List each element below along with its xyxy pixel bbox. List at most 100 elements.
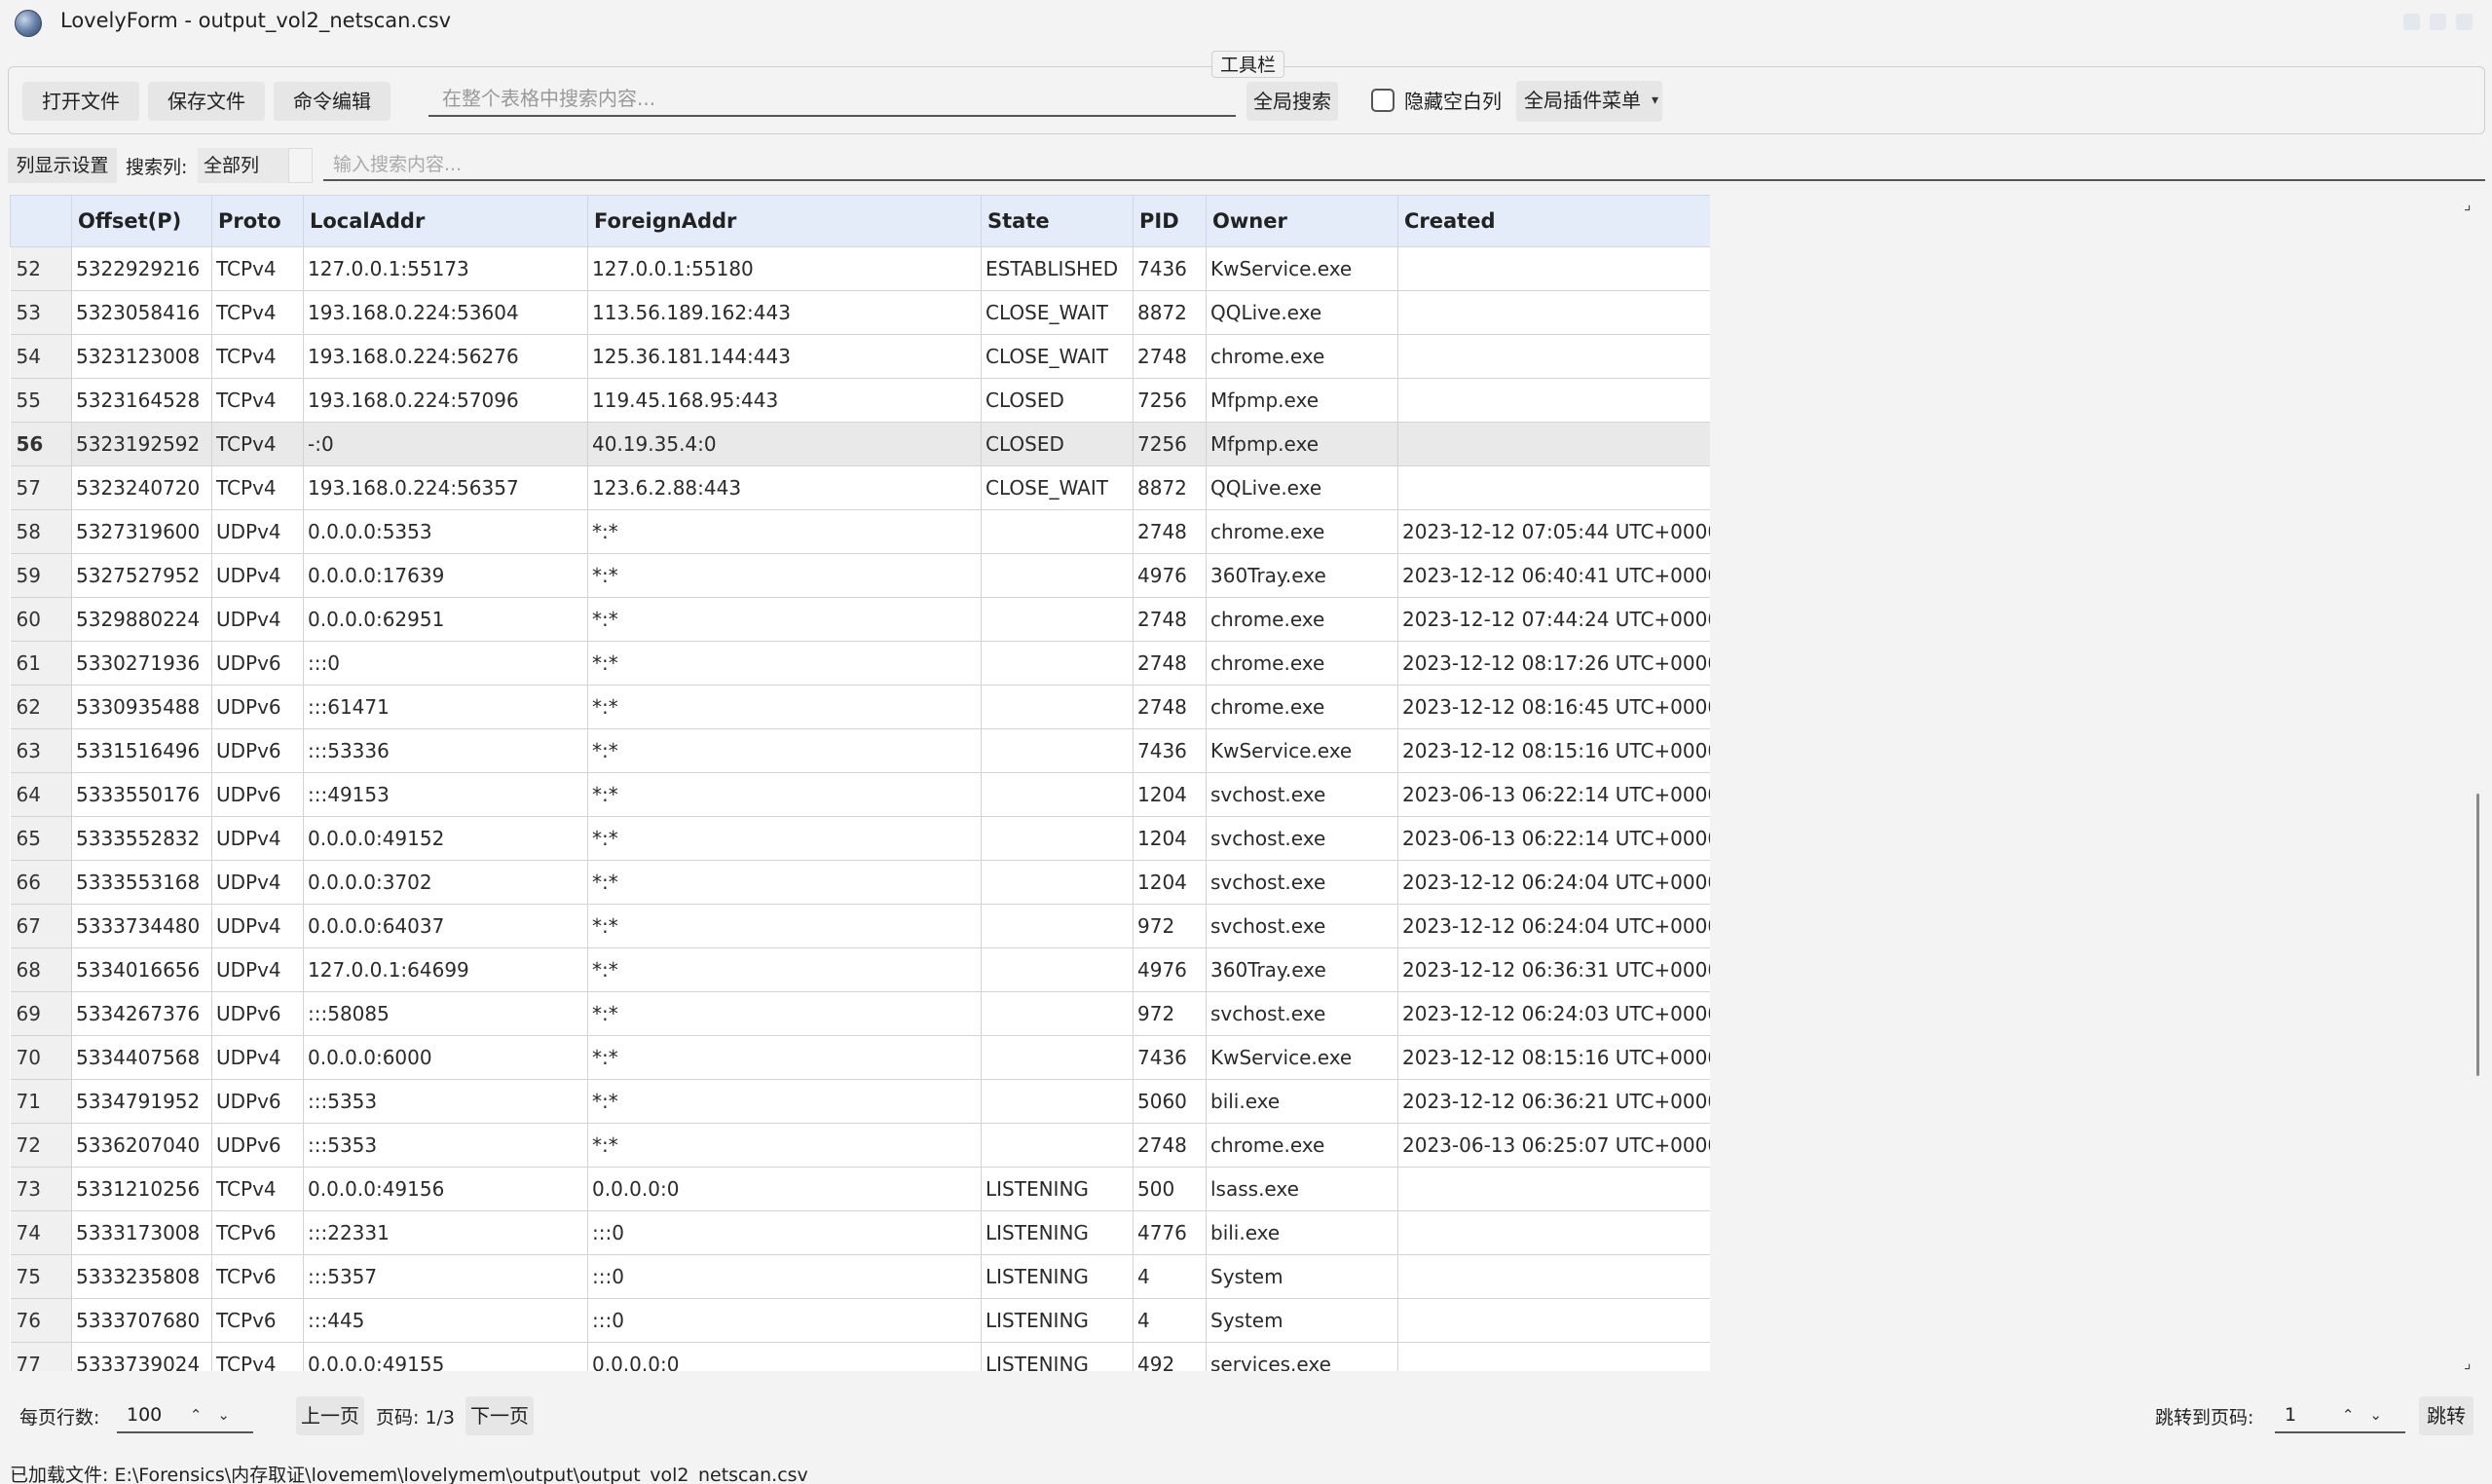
table-cell[interactable]: 2023-12-12 08:15:16 UTC+0000	[1397, 1035, 1710, 1080]
table-cell[interactable]: TCPv4	[211, 1167, 304, 1211]
global-search-input[interactable]	[428, 82, 1236, 117]
row-number[interactable]: 53	[10, 290, 72, 335]
table-cell[interactable]: UDPv6	[211, 991, 304, 1036]
table-cell[interactable]: 193.168.0.224:57096	[303, 378, 588, 423]
table-cell[interactable]: 127.0.0.1:55180	[587, 246, 982, 291]
table-cell[interactable]: 0.0.0.0:5353	[303, 509, 588, 554]
table-row[interactable]: 76 5333707680 TCPv6:::445:::0 LISTENING 4 Sys…	[10, 1298, 1710, 1343]
table-cell[interactable]: 2748	[1133, 1123, 1207, 1168]
table-cell[interactable]: 5060	[1133, 1079, 1207, 1124]
table-cell[interactable]: TCPv4	[211, 290, 304, 335]
table-cell[interactable]: KwService.exe	[1206, 728, 1398, 773]
row-number[interactable]: 71	[10, 1079, 72, 1124]
table-cell[interactable]: UDPv6	[211, 1123, 304, 1168]
table-cell[interactable]: *:*	[587, 1123, 982, 1168]
table-row[interactable]: 61 5330271936 UDPv6:::0 *:* 2748 chrome.exe 20…	[10, 641, 1710, 686]
table-cell[interactable]: UDPv4	[211, 947, 304, 992]
table-cell[interactable]: 5333739024	[71, 1342, 212, 1371]
table-cell[interactable]: 2023-12-12 08:17:26 UTC+0000	[1397, 641, 1710, 686]
table-cell[interactable]: 2023-06-13 06:25:07 UTC+0000	[1397, 1123, 1710, 1168]
table-cell[interactable]: UDPv4	[211, 509, 304, 554]
table-cell[interactable]: *:*	[587, 947, 982, 992]
hide-empty-columns-toggle[interactable]: 隐藏空白列	[1371, 86, 1502, 114]
table-cell[interactable]: 5333707680	[71, 1298, 212, 1343]
table-cell[interactable]	[1397, 290, 1710, 335]
table-cell[interactable]	[1397, 378, 1710, 423]
prev-page-button[interactable]: 上一页	[296, 1396, 364, 1435]
table-cell[interactable]: CLOSE_WAIT	[981, 290, 1134, 335]
table-cell[interactable]: 2748	[1133, 509, 1207, 554]
table-cell[interactable]: *:*	[587, 772, 982, 817]
table-cell[interactable]: -:0	[303, 422, 588, 466]
table-cell[interactable]	[981, 728, 1134, 773]
table-cell[interactable]: LISTENING	[981, 1254, 1134, 1299]
table-cell[interactable]: :::0	[303, 641, 588, 686]
table-cell[interactable]	[1397, 1254, 1710, 1299]
table-row[interactable]: 71 5334791952 UDPv6:::5353 *:* 5060 bili.exe 2…	[10, 1079, 1710, 1124]
table-cell[interactable]: svchost.exe	[1206, 860, 1398, 905]
table-cell[interactable]: 4	[1133, 1254, 1207, 1299]
column-header[interactable]: Proto	[211, 195, 304, 247]
table-cell[interactable]: 5333173008	[71, 1210, 212, 1255]
table-row[interactable]: 55 5323164528 TCPv4 193.168.0.224:57096 119.…	[10, 378, 1710, 423]
table-cell[interactable]: 5330935488	[71, 685, 212, 729]
table-cell[interactable]: 5334791952	[71, 1079, 212, 1124]
plugin-menu-button[interactable]: 全局插件菜单 ▾	[1516, 81, 1662, 122]
table-cell[interactable]: 5334407568	[71, 1035, 212, 1080]
table-cell[interactable]: 7436	[1133, 246, 1207, 291]
next-page-button[interactable]: 下一页	[465, 1396, 534, 1435]
table-cell[interactable]: 0.0.0.0:49155	[303, 1342, 588, 1371]
table-cell[interactable]: CLOSED	[981, 422, 1134, 466]
command-edit-button[interactable]: 命令编辑	[274, 82, 391, 121]
table-cell[interactable]: Mfpmp.exe	[1206, 422, 1398, 466]
table-cell[interactable]: 5333734480	[71, 904, 212, 948]
row-number[interactable]: 57	[10, 465, 72, 510]
table-cell[interactable]: LISTENING	[981, 1342, 1134, 1371]
table-cell[interactable]: 193.168.0.224:56357	[303, 465, 588, 510]
table-cell[interactable]: UDPv4	[211, 553, 304, 598]
table-cell[interactable]: 2023-12-12 06:24:03 UTC+0000	[1397, 991, 1710, 1036]
table-cell[interactable]: chrome.exe	[1206, 685, 1398, 729]
table-cell[interactable]	[1397, 246, 1710, 291]
table-cell[interactable]: *:*	[587, 597, 982, 642]
table-cell[interactable]	[1397, 334, 1710, 379]
row-number[interactable]: 54	[10, 334, 72, 379]
table-cell[interactable]: QQLive.exe	[1206, 465, 1398, 510]
table-row[interactable]: 66 5333553168 UDPv4 0.0.0.0:3702 *:* 1204 svch…	[10, 860, 1710, 905]
table-cell[interactable]: 5327319600	[71, 509, 212, 554]
table-cell[interactable]: 193.168.0.224:53604	[303, 290, 588, 335]
table-cell[interactable]: 2748	[1133, 641, 1207, 686]
table-cell[interactable]: TCPv6	[211, 1210, 304, 1255]
table-cell[interactable]: *:*	[587, 1079, 982, 1124]
table-cell[interactable]: chrome.exe	[1206, 641, 1398, 686]
row-number[interactable]: 69	[10, 991, 72, 1036]
table-cell[interactable]: 5331210256	[71, 1167, 212, 1211]
table-cell[interactable]	[1397, 1167, 1710, 1211]
table-cell[interactable]: 2023-12-12 06:40:41 UTC+0000	[1397, 553, 1710, 598]
table-cell[interactable]: 0.0.0.0:49156	[303, 1167, 588, 1211]
table-cell[interactable]: svchost.exe	[1206, 991, 1398, 1036]
table-cell[interactable]	[1397, 465, 1710, 510]
table-cell[interactable]: 2748	[1133, 685, 1207, 729]
table-cell[interactable]: 5330271936	[71, 641, 212, 686]
table-cell[interactable]: :::61471	[303, 685, 588, 729]
table-cell[interactable]: 5333550176	[71, 772, 212, 817]
table-cell[interactable]: :::5357	[303, 1254, 588, 1299]
table-cell[interactable]: 5336207040	[71, 1123, 212, 1168]
table-cell[interactable]: chrome.exe	[1206, 1123, 1398, 1168]
table-cell[interactable]: *:*	[587, 728, 982, 773]
table-cell[interactable]: 2023-12-12 06:36:21 UTC+0000	[1397, 1079, 1710, 1124]
column-header[interactable]: ForeignAddr	[587, 195, 982, 247]
table-cell[interactable]: 7256	[1133, 378, 1207, 423]
table-cell[interactable]: CLOSE_WAIT	[981, 334, 1134, 379]
table-cell[interactable]: UDPv4	[211, 1035, 304, 1080]
table-corner[interactable]	[10, 195, 72, 247]
table-cell[interactable]: 2748	[1133, 334, 1207, 379]
table-row[interactable]: 63 5331516496 UDPv6:::53336 *:* 7436 KwServic…	[10, 728, 1710, 773]
table-cell[interactable]: services.exe	[1206, 1342, 1398, 1371]
table-cell[interactable]: TCPv4	[211, 465, 304, 510]
table-cell[interactable]: 7436	[1133, 728, 1207, 773]
table-cell[interactable]: 2023-06-13 06:22:14 UTC+0000	[1397, 772, 1710, 817]
table-cell[interactable]: UDPv4	[211, 860, 304, 905]
table-cell[interactable]: :::53336	[303, 728, 588, 773]
